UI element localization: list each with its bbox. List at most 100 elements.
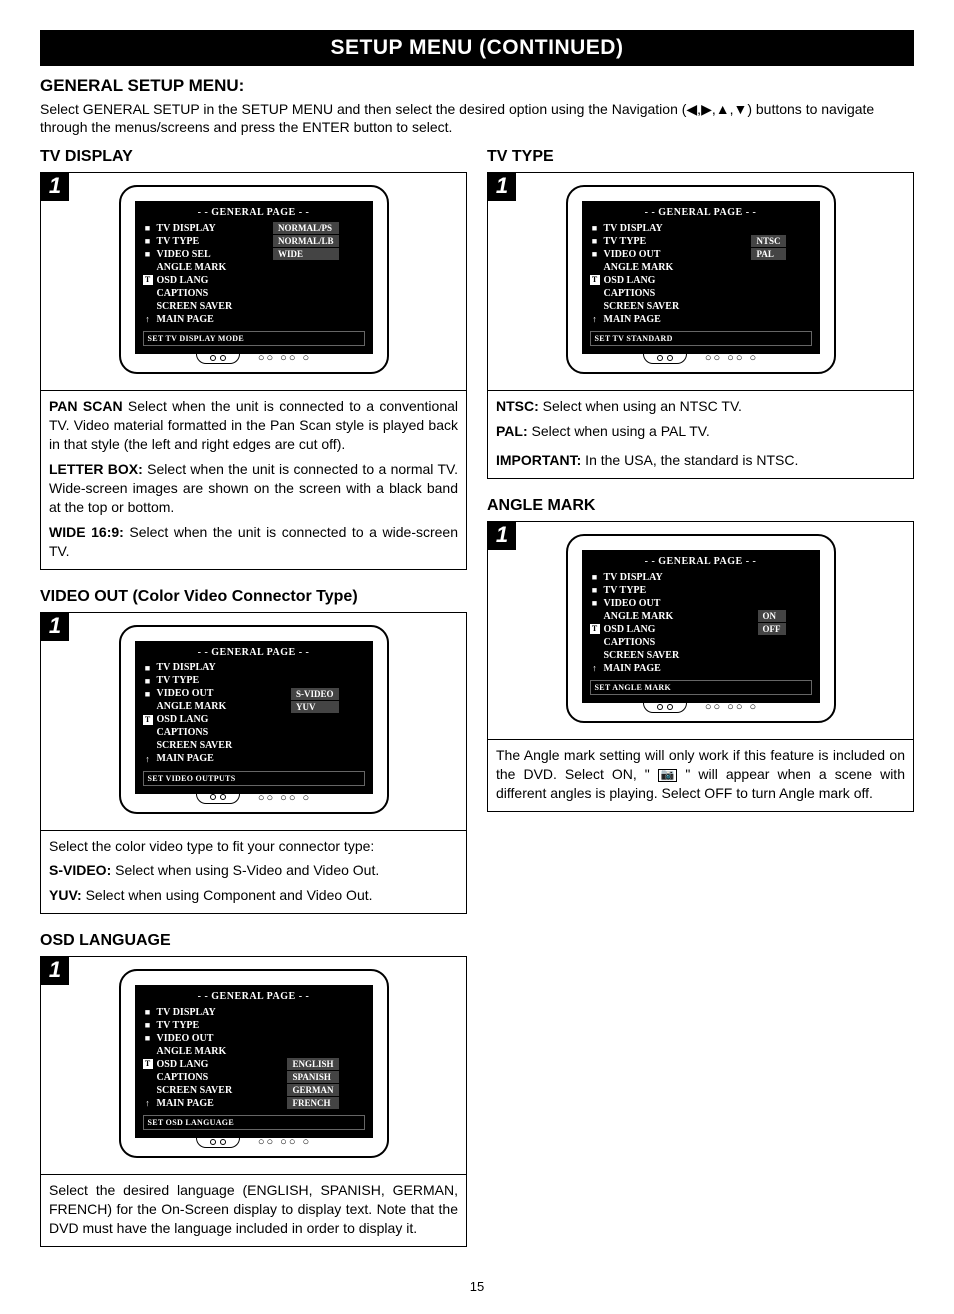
important-label: IMPORTANT: [496,452,581,468]
osd-option: PAL [751,248,785,260]
osd-options: NTSCPAL [751,235,785,261]
osd-status-bar: SET VIDEO OUTPUTS [143,771,365,786]
osd-status-bar: SET OSD LANGUAGE [143,1115,365,1130]
osd-menu-item: CAPTIONS [590,287,812,299]
osd-item-label: ANGLE MARK [153,1046,227,1057]
step-number: 1 [41,173,69,201]
osd-bullet-icon: ■ [590,585,600,595]
osd-item-label: VIDEO OUT [600,249,661,260]
step-number: 1 [41,957,69,985]
section-tv-type: TV TYPE 1 - - GENERAL PAGE - -■TV DISPLA… [487,148,914,479]
osd-screen: - - GENERAL PAGE - -■TV DISPLAY■TV TYPE■… [119,969,389,1158]
osd-language-heading: OSD LANGUAGE [40,932,467,950]
osd-item-label: SCREEN SAVER [153,301,233,312]
osd-item-label: OSD LANG [600,275,656,286]
osd-item-label: ANGLE MARK [600,262,674,273]
osd-item-label: MAIN PAGE [153,314,214,325]
osd-options: S-VIDEOYUV [291,688,339,714]
important-text: In the USA, the standard is NTSC. [581,452,798,468]
osd-bullet-icon: ■ [590,572,600,582]
osd-item-label: TV DISPLAY [153,223,216,234]
osd-menu-item: ■TV DISPLAY [590,222,812,234]
osd-item-label: ANGLE MARK [153,262,227,273]
osd-menu-item: ■TV DISPLAY [143,1006,365,1018]
ntsc-label: NTSC: [496,398,539,414]
osd-menu-item: CAPTIONS [143,287,365,299]
tv-display-block: 1 - - GENERAL PAGE - -■TV DISPLAY■TV TYP… [40,172,467,391]
osd-item-label: TV TYPE [153,1020,200,1031]
dvd-player-icon: ○○ ○○ ○ [582,352,820,364]
osd-option: YUV [291,701,339,713]
osd-bullet-icon: ■ [590,598,600,608]
yuv-label: YUV: [49,887,82,903]
osd-item-label: CAPTIONS [153,727,209,738]
osd-item-label: SCREEN SAVER [600,301,680,312]
video-out-desc: Select the color video type to fit your … [40,831,467,915]
osd-item-label: CAPTIONS [153,288,209,299]
osd-bullet-icon: ■ [143,663,153,673]
svideo-text: Select when using S-Video and Video Out. [111,862,379,878]
step-number: 1 [488,173,516,201]
osd-bullet-icon [590,663,600,673]
section-angle-mark: ANGLE MARK 1 - - GENERAL PAGE - -■TV DIS… [487,497,914,812]
osd-option: OFF [758,623,786,635]
osd-title: - - GENERAL PAGE - - [143,207,365,218]
osd-status-bar: SET ANGLE MARK [590,680,812,695]
osd-option: SPANISH [287,1071,338,1083]
osd-menu-item: ■TV TYPE [143,675,365,687]
osd-menu-item: ■VIDEO OUT [143,1032,365,1044]
osd-menu-item: MAIN PAGE [590,313,812,325]
osd-option: ENGLISH [287,1058,338,1070]
osd-bullet-icon: ■ [143,1033,153,1043]
osd-item-label: TV TYPE [600,585,647,596]
angle-mark-desc: The Angle mark setting will only work if… [487,740,914,812]
osd-item-label: VIDEO OUT [153,688,214,699]
intro-heading: GENERAL SETUP MENU: [40,76,914,96]
dvd-player-icon: ○○ ○○ ○ [582,701,820,713]
step-number: 1 [488,522,516,550]
osd-item-label: MAIN PAGE [600,314,661,325]
section-tv-display: TV DISPLAY 1 - - GENERAL PAGE - -■TV DIS… [40,148,467,569]
osd-item-label: SCREEN SAVER [153,740,233,751]
osd-item-label: TV DISPLAY [153,662,216,673]
osd-title: - - GENERAL PAGE - - [143,991,365,1002]
osd-menu-item: TOSD LANG [590,274,812,286]
angle-mark-block: 1 - - GENERAL PAGE - -■TV DISPLAY■TV TYP… [487,521,914,740]
osd-bullet-icon: T [590,624,600,634]
video-out-intro: Select the color video type to fit your … [49,837,458,856]
dvd-player-icon: ○○ ○○ ○ [135,1136,373,1148]
osd-menu-item: CAPTIONS [143,727,365,739]
osd-item-label: CAPTIONS [600,637,656,648]
osd-menu-item: TOSD LANG [143,714,365,726]
osd-item-label: TV TYPE [153,236,200,247]
osd-item-label: CAPTIONS [153,1072,209,1083]
osd-bullet-icon: T [143,275,153,285]
page-number: 15 [40,1279,914,1294]
osd-item-label: OSD LANG [153,275,209,286]
tv-type-heading: TV TYPE [487,148,914,166]
osd-language-desc: Select the desired language (ENGLISH, SP… [40,1175,467,1247]
osd-options: ENGLISHSPANISHGERMANFRENCH [287,1058,338,1110]
osd-language-block: 1 - - GENERAL PAGE - -■TV DISPLAY■TV TYP… [40,956,467,1175]
osd-bullet-icon: ■ [143,249,153,259]
osd-item-label: MAIN PAGE [153,753,214,764]
osd-bullet-icon: T [143,1059,153,1069]
section-video-out: VIDEO OUT (Color Video Connector Type) 1… [40,588,467,915]
osd-option: S-VIDEO [291,688,339,700]
osd-menu-item: SCREEN SAVER [590,300,812,312]
osd-bullet-icon: ■ [143,676,153,686]
yuv-text: Select when using Component and Video Ou… [82,887,373,903]
osd-menu-item: ■TV DISPLAY [590,571,812,583]
osd-item-label: TV DISPLAY [600,223,663,234]
osd-item-label: VIDEO SEL [153,249,211,260]
osd-menu-item: CAPTIONS [590,636,812,648]
osd-bullet-icon: ■ [143,1020,153,1030]
osd-option: WIDE [273,248,339,260]
osd-item-label: TV DISPLAY [153,1007,216,1018]
video-out-block: 1 - - GENERAL PAGE - -■TV DISPLAY■TV TYP… [40,612,467,831]
osd-item-label: SCREEN SAVER [600,650,680,661]
osd-bullet-icon: ■ [143,1007,153,1017]
osd-screen: - - GENERAL PAGE - -■TV DISPLAY■TV TYPE■… [119,185,389,374]
intro-block: GENERAL SETUP MENU: Select GENERAL SETUP… [40,76,914,136]
osd-item-label: TV DISPLAY [600,572,663,583]
